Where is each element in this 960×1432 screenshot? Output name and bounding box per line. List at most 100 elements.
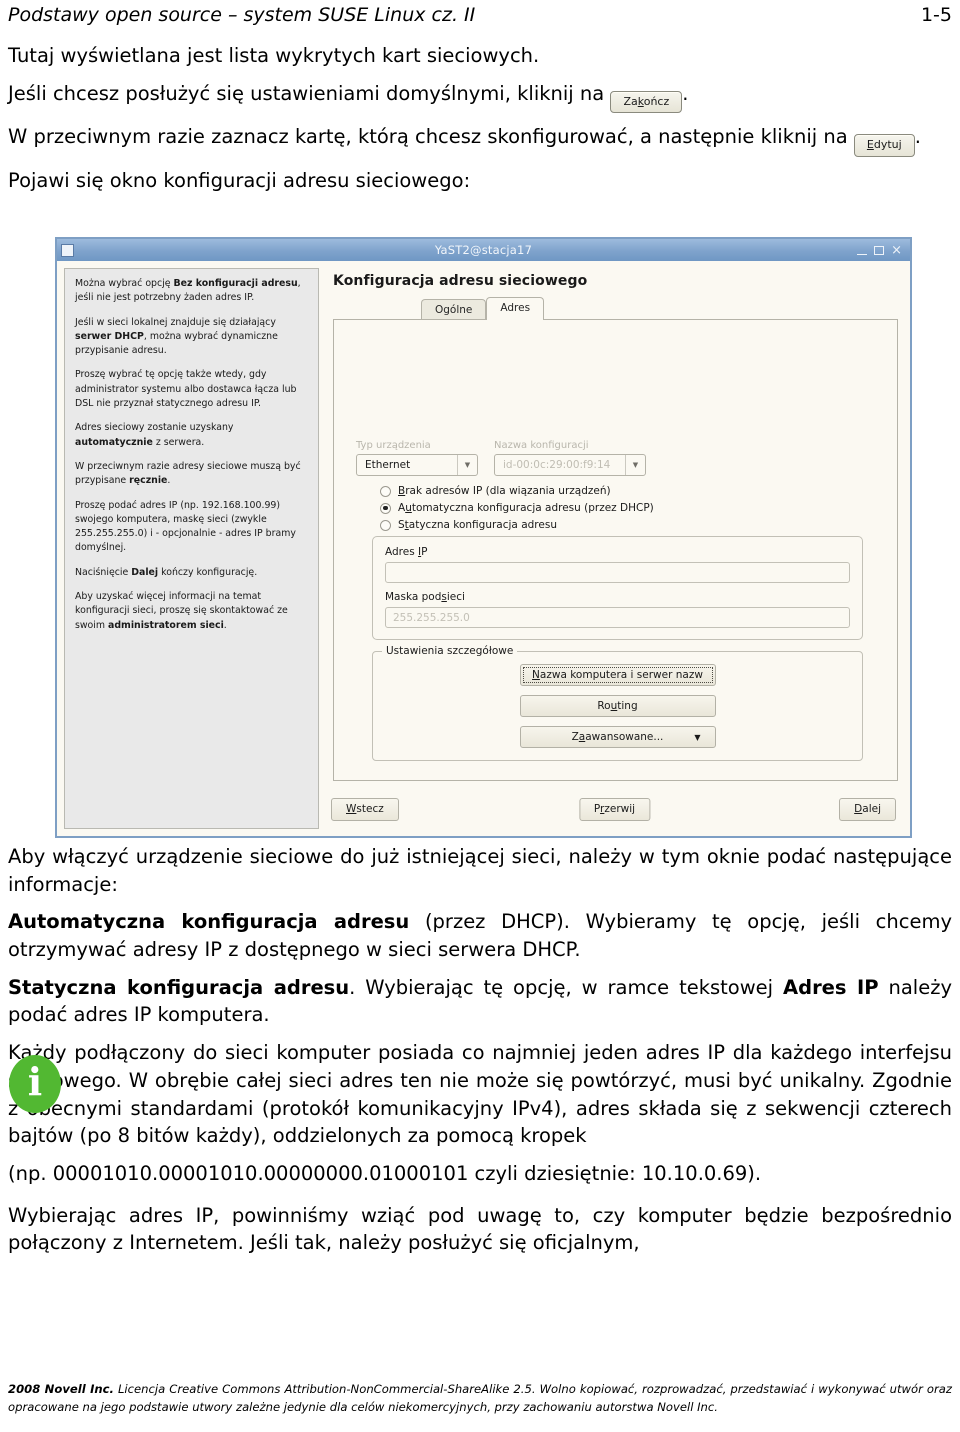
yast-titlebar: YaST2@stacja17 × [57, 239, 910, 261]
yast-main-pane: Konfiguracja adresu sieciowego Ogólne Ad… [319, 261, 910, 836]
help-paragraph-2: Jeśli w sieci lokalnej znajduje się dzia… [75, 316, 308, 359]
close-icon[interactable]: × [891, 244, 902, 257]
minimize-icon[interactable] [857, 253, 868, 255]
ip-address-label: Adres IP [385, 546, 850, 558]
footer-license: Licencja Creative Commons Attribution-No… [8, 1382, 952, 1414]
paragraph-choosing-ip: Wybierając adres IP, powinniśmy wziąć po… [8, 1203, 952, 1255]
yast-window-screenshot: YaST2@stacja17 × Można wybrać opcję Bez … [55, 237, 912, 838]
window-controls: × [857, 244, 906, 257]
paragraph-default-settings-period: . [682, 81, 689, 105]
btn-1-accel: u [610, 700, 618, 712]
help-p7-b: Dalej [131, 566, 159, 578]
address-fields-group: Adres IP Maska podsieci 255.255.255.0 [372, 536, 863, 640]
dhcp-option-title: Automatyczna konfiguracja adresu [8, 910, 410, 934]
help-p4-c: z serwera. [152, 436, 205, 448]
help-p5-c: . [167, 475, 171, 487]
btn-2-pre: Z [571, 731, 579, 743]
help-paragraph-1: Można wybrać opcję Bez konfiguracji adre… [75, 277, 308, 306]
config-name-select[interactable]: id-00:0c:29:00:f9:14 ▼ [494, 454, 646, 476]
tab-ogolne[interactable]: Ogólne [421, 299, 487, 321]
help-paragraph-4: Adres sieciowy zostanie uzyskany automat… [75, 421, 308, 450]
paragraph-default-settings-text: Jeśli chcesz posłużyć się ustawieniami d… [8, 81, 605, 105]
radio-indicator [380, 519, 391, 531]
finish-button-inline[interactable]: Zakończ [610, 90, 683, 114]
routing-button[interactable]: Ro u ting [519, 695, 716, 717]
next-button[interactable]: Dalej [839, 798, 896, 821]
advanced-button[interactable]: Za awansowane... ▼ [519, 726, 716, 748]
dialog-heading: Konfiguracja adresu sieciowego [333, 273, 588, 289]
chevron-down-icon: ▼ [457, 455, 477, 475]
help-p8-b: administratorem sieci [108, 619, 224, 631]
yast-window-body: Można wybrać opcję Bez konfiguracji adre… [57, 261, 910, 836]
page-footer: 2008 Novell Inc. Licencja Creative Commo… [8, 1381, 952, 1416]
radio-no-ip-address[interactable]: Brak adresów IP (dla wiązania urządzeń) [380, 485, 875, 497]
paragraph-default-settings: Jeśli chcesz posłużyć się ustawieniami d… [8, 80, 952, 114]
help-pane: Można wybrać opcję Bez konfiguracji adre… [64, 268, 319, 829]
edit-label-accel: E [866, 138, 874, 152]
maximize-icon[interactable] [874, 245, 885, 255]
device-type-select[interactable]: Ethernet ▼ [356, 454, 478, 476]
help-p1-b: Bez konfiguracji adresu [173, 278, 298, 289]
tab-bar: Ogólne Adres [421, 297, 898, 321]
btn-0-post: azwa komputera i serwer nazw [539, 669, 703, 681]
help-paragraph-7: Naciśnięcie Dalej kończy konfigurację. [75, 566, 308, 580]
chevron-down-icon: ▼ [694, 732, 701, 742]
dialog-action-bar: Wstecz Przerwij Dalej [319, 798, 910, 828]
footer-copyright: 2008 Novell Inc. [8, 1382, 114, 1397]
yast-window-title: YaST2@stacja17 [434, 243, 533, 257]
next-post: alej [862, 803, 881, 815]
abort-post: zerwij [604, 803, 636, 815]
help-p4-a: Adres sieciowy zostanie uzyskany [75, 422, 234, 434]
paragraph-enable-device: Aby włączyć urządzenie sieciowe do już i… [8, 845, 952, 896]
hostname-dns-button[interactable]: Nazwa komputera i serwer nazw [519, 664, 716, 686]
back-post: stecz [356, 803, 384, 815]
device-fields-row: Typ urządzenia Ethernet ▼ Nazwa konfigur… [356, 440, 875, 476]
paragraph-dhcp-option: Automatyczna konfiguracja adresu (przez … [8, 908, 952, 963]
tab-adres[interactable]: Adres [486, 297, 545, 320]
help-paragraph-6: Proszę podać adres IP (np. 192.168.100.9… [75, 499, 296, 554]
ip-address-input[interactable] [385, 562, 850, 583]
radio-static-address[interactable]: Statyczna konfiguracja adresu [380, 519, 875, 531]
help-p5-b: ręcznie [129, 475, 168, 487]
page-header: Podstawy open source – system SUSE Linux… [8, 4, 952, 34]
radio-0-post: rak adresów IP (dla wiązania urządzeń) [405, 485, 611, 497]
edit-button-inline[interactable]: Edytuj [853, 134, 915, 157]
help-p2-a: Jeśli w sieci lokalnej znajduje się dzia… [75, 316, 276, 328]
btn-1-post: ting [617, 700, 638, 712]
paragraph-window-appears: Pojawi się okno konfiguracji adresu siec… [8, 168, 471, 192]
info-icon: i [9, 1055, 61, 1113]
static-option-mid: . Wybierając tę opcję, w ramce tekstowej [349, 975, 784, 999]
device-type-field: Typ urządzenia Ethernet ▼ [356, 440, 478, 476]
static-option-title: Statyczna konfiguracja adresu [8, 975, 350, 999]
help-paragraph-8: Aby uzyskać więcej informacji na temat k… [75, 590, 308, 633]
detailed-settings-legend: Ustawienia szczegółowe [382, 645, 518, 657]
help-paragraph-3: Proszę wybrać tę opcję także wtedy, gdy … [75, 369, 297, 410]
ip-address-label-pre: Adres [385, 546, 419, 558]
radio-dhcp-auto[interactable]: Automatyczna konfiguracja adresu (przez … [380, 502, 875, 514]
netmask-label-pre: Maska pod [385, 591, 442, 603]
info-callout-icon: i [9, 1055, 61, 1113]
page-number: 1-5 [920, 4, 952, 26]
tab-panel-adres: Typ urządzenia Ethernet ▼ Nazwa konfigur… [333, 319, 898, 781]
help-p1-a: Można wybrać opcję [75, 278, 174, 289]
btn-0-accel: N [532, 669, 540, 681]
help-paragraph-5: W przeciwnym razie adresy sieciowe muszą… [75, 460, 308, 489]
btn-1-pre: Ro [597, 700, 611, 712]
ip-address-label-post: P [421, 546, 428, 558]
device-type-value: Ethernet [365, 459, 411, 471]
radio-2-pre: S [398, 519, 405, 531]
header-title: Podstawy open source – system SUSE Linux… [8, 4, 476, 26]
netmask-input[interactable]: 255.255.255.0 [385, 607, 850, 628]
radio-indicator [380, 485, 391, 497]
finish-label-post: ończ [643, 94, 670, 108]
address-mode-radio-group: Brak adresów IP (dla wiązania urządzeń) … [380, 485, 875, 531]
paragraph-intro: Tutaj wyświetlana jest lista wykrytych k… [8, 44, 540, 67]
abort-button[interactable]: Przerwij [578, 798, 651, 821]
btn-2-post: awansowane... [585, 731, 664, 743]
back-button[interactable]: Wstecz [331, 798, 399, 821]
chevron-down-icon: ▼ [625, 455, 645, 475]
static-option-field: Adres IP [783, 975, 879, 999]
paragraph-edit-card-text: W przeciwnym razie zaznacz kartę, którą … [8, 125, 848, 149]
help-p7-a: Naciśnięcie [75, 566, 132, 578]
